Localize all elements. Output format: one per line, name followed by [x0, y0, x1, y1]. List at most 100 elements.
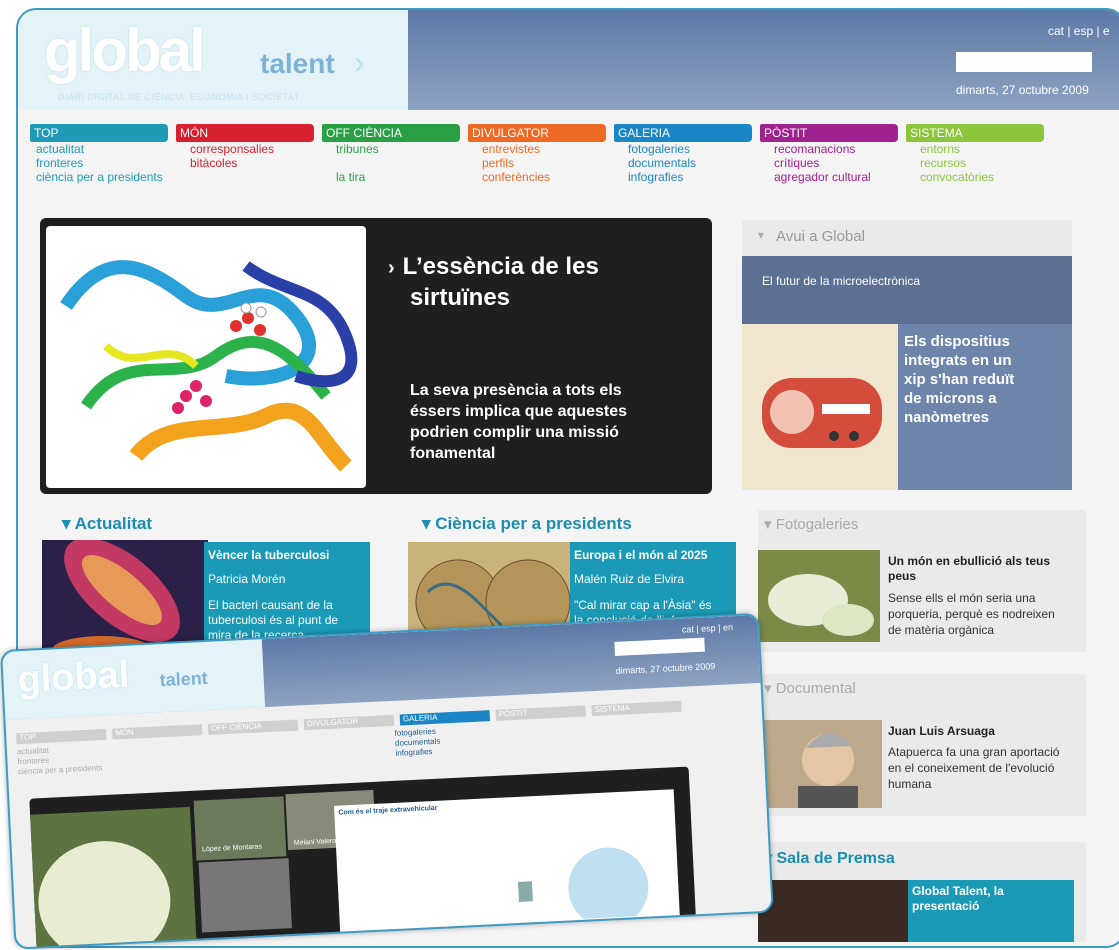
text-line: porqueria, perquè es nodreixen — [888, 607, 1055, 621]
fotogaleries-image — [758, 550, 880, 642]
documental-text: Atapuerca fa una gran aportació en el con… — [888, 744, 1059, 792]
nav-link — [322, 156, 460, 170]
text-line: nanòmetres — [904, 409, 990, 426]
date: dimarts, 27 octubre 2009 — [956, 83, 1089, 97]
feature-title[interactable]: › L’essència de les sirtuïnes — [388, 252, 599, 313]
feature-image — [46, 226, 366, 488]
overlay-nav-item: DIVULGATOR — [303, 714, 395, 731]
nav-link[interactable]: entrevistes — [468, 142, 606, 156]
nav-link[interactable]: agregador cultural — [760, 170, 898, 184]
logo-sub: talent — [260, 48, 335, 79]
text-line: Atapuerca fa una gran aportació — [888, 745, 1060, 759]
overlay-search-box — [614, 637, 705, 656]
text-line: tuberculosi és al punt de — [208, 613, 339, 627]
nav-link[interactable]: tribunes — [322, 142, 460, 156]
fotogaleries-panel[interactable]: ▾ Fotogaleries Un món en ebullició als t… — [758, 510, 1086, 652]
nav-galeria[interactable]: GALERIA fotogaleries documentals infografie… — [614, 124, 752, 184]
nav-món[interactable]: MÓN corresponsalies bitàcoles — [176, 124, 314, 184]
nav-heading[interactable]: PÒSTIT — [760, 124, 898, 142]
tagline: DIARI DIGITAL DE CIÈNCIA, ECONOMIA I SOC… — [58, 92, 300, 102]
nav-divulgator[interactable]: DIVULGATOR entrevistes perfils conferències — [468, 124, 606, 184]
avui-subtitle-box[interactable]: El futur de la microelectrònica — [742, 256, 1072, 324]
premsa-panel[interactable]: ▾ Sala de Premsa Global Talent, lapresen… — [758, 842, 1086, 942]
header-bar: global talent › DIARI DIGITAL DE CIÈNCIA… — [18, 10, 1119, 110]
actualitat-head: Vèncer la tuberculosi — [208, 548, 330, 562]
documental-title: ▾ Documental — [764, 680, 856, 697]
text-line: Un món en ebullició als teus — [888, 554, 1051, 568]
nav-link[interactable]: infografies — [614, 170, 752, 184]
nav-pòstit[interactable]: PÒSTIT recomanacions crítiques agregador cu… — [760, 124, 898, 184]
text-line: xip s'han reduït — [904, 371, 1015, 388]
avui-title: Avui a Global — [776, 228, 865, 245]
text-line: infografies — [395, 747, 433, 758]
feature-body: La seva presència a tots els éssers impli… — [410, 380, 627, 464]
overlay-image-cauliflower — [30, 806, 197, 950]
logo-main: global — [44, 17, 206, 84]
nav-link[interactable]: corresponsalies — [176, 142, 314, 156]
text-line: humana — [888, 777, 932, 791]
nav-heading[interactable]: TOP — [30, 124, 168, 142]
nav-link[interactable]: perfils — [468, 156, 606, 170]
search-input[interactable] — [956, 52, 1092, 72]
documental-head: Juan Luis Arsuaga — [888, 724, 995, 738]
nav-heading[interactable]: DIVULGATOR — [468, 124, 606, 142]
nav-link[interactable]: convocatòries — [906, 170, 1044, 184]
avui-article[interactable]: Els dispositius integrats en un xip s'han … — [742, 324, 1072, 490]
presidents-head: Europa i el món al 2025 — [574, 548, 708, 562]
nav-link[interactable]: conferències — [468, 170, 606, 184]
nav-heading[interactable]: GALERIA — [614, 124, 752, 142]
presidents-author: Malén Ruiz de Elvira — [574, 572, 685, 586]
nav-link[interactable]: la tira — [322, 170, 460, 184]
fotogaleries-title: ▾ Fotogaleries — [764, 516, 859, 533]
actualitat-author: Patricia Morén — [208, 572, 286, 586]
nav-link — [176, 170, 314, 184]
premsa-image — [758, 880, 908, 942]
text-line: de matèria orgànica — [888, 623, 995, 637]
nav-link[interactable]: fotogaleries — [614, 142, 752, 156]
nav-sistema[interactable]: SISTEMA entorns recursos convocatòries — [906, 124, 1044, 184]
nav-link[interactable]: bitàcoles — [176, 156, 314, 170]
text-line: peus — [888, 569, 917, 583]
overlay-nav-item: TOP — [16, 728, 107, 745]
nav-link[interactable]: actualitat — [30, 142, 168, 156]
chevron-down-icon: ▾ — [62, 514, 71, 533]
nav-heading[interactable]: OFF CIÈNCIA — [322, 124, 460, 142]
actualitat-title[interactable]: ▾ Actualitat — [62, 514, 152, 534]
text-line: Global Talent, la — [912, 884, 1004, 898]
avui-subtitle: El futur de la microelectrònica — [762, 274, 921, 288]
presidents-title[interactable]: ▾ Ciència per a presidents — [422, 514, 632, 534]
text-line: Sense ells el món seria una — [888, 591, 1036, 605]
nav-link[interactable]: crítiques — [760, 156, 898, 170]
nav-link[interactable]: documentals — [614, 156, 752, 170]
documental-panel[interactable]: ▾ Documental Juan Luis Arsuaga Atapuerca… — [758, 674, 1086, 816]
text-line: éssers implica que aquestes — [410, 403, 627, 420]
text-line: presentació — [912, 899, 980, 913]
overlay-galeria-items: fotogaleries documentals infografies — [394, 727, 441, 759]
text-line: fonamental — [410, 445, 496, 462]
nav-link[interactable]: recursos — [906, 156, 1044, 170]
nav-off-ciència[interactable]: OFF CIÈNCIA tribunes la tira — [322, 124, 460, 184]
premsa-title: ▾ Sala de Premsa — [758, 842, 1086, 868]
nav-link[interactable]: recomanacions — [760, 142, 898, 156]
overlay-nav-item: SISTEMA — [591, 700, 682, 717]
overlay-image-3 — [198, 858, 292, 933]
logo[interactable]: global talent › DIARI DIGITAL DE CIÈNCIA… — [18, 10, 408, 110]
text-line: podrien complir una missió — [410, 424, 619, 441]
premsa-head: Global Talent, la presentació — [908, 880, 1074, 942]
chevron-down-icon: ▾ — [764, 680, 772, 697]
language-switch[interactable]: cat | esp | e — [1048, 24, 1110, 38]
text-line: Els dispositius — [904, 333, 1010, 350]
nav-link[interactable]: entorns — [906, 142, 1044, 156]
nav-heading[interactable]: SISTEMA — [906, 124, 1044, 142]
chevron-down-icon: ▾ — [758, 228, 765, 242]
nav-link[interactable]: ciència per a presidents — [30, 170, 168, 184]
nav-top[interactable]: TOP actualitat fronteres ciència per a pres… — [30, 124, 168, 184]
text-line: en el coneixement de l'evolució — [888, 761, 1055, 775]
overlay-lang: cat | esp | en — [681, 622, 734, 635]
feature-card[interactable]: › L’essència de les sirtuïnes La seva pre… — [40, 218, 712, 494]
avui-text: Els dispositius integrats en un xip s'han … — [904, 332, 1014, 427]
nav-heading[interactable]: MÓN — [176, 124, 314, 142]
overlay-nav-item: OFF CIÈNCIA — [207, 719, 299, 735]
nav-link[interactable]: fronteres — [30, 156, 168, 170]
fotogaleries-head: Un món en ebullició als teus peus — [888, 554, 1050, 584]
